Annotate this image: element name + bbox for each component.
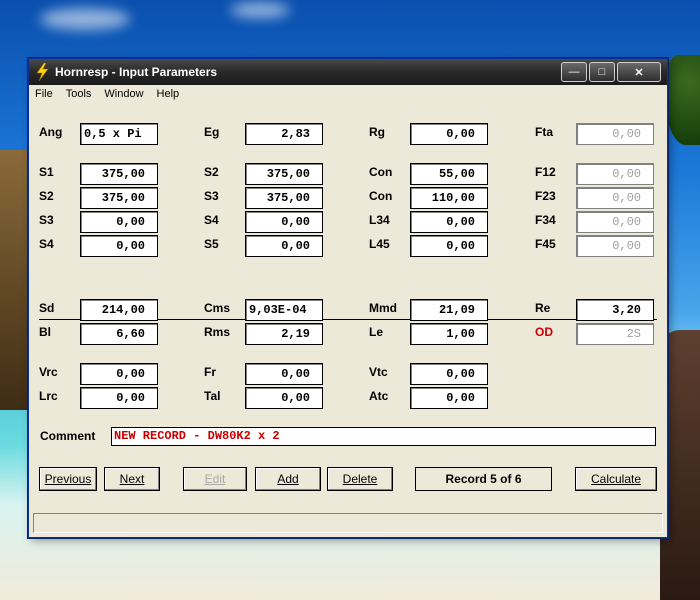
field-atc[interactable]: 0,00 <box>410 387 488 409</box>
field-rg[interactable]: 0,00 <box>410 123 488 145</box>
field-f12: 0,00 <box>576 163 654 185</box>
label-s1: S1 <box>39 165 54 179</box>
status-bar <box>33 513 663 533</box>
close-icon: ✕ <box>634 66 644 79</box>
close-button[interactable]: ✕ <box>617 62 661 82</box>
label-s4: S4 <box>39 237 54 251</box>
calculate-button[interactable]: Calculate <box>575 467 657 491</box>
field-fta: 0,00 <box>576 123 654 145</box>
field-le[interactable]: 1,00 <box>410 323 488 345</box>
menu-tools[interactable]: Tools <box>66 88 92 100</box>
background-palm <box>664 55 700 145</box>
label-od[interactable]: OD <box>535 325 553 339</box>
label-f12: F12 <box>535 165 556 179</box>
field-mmd[interactable]: 21,09 <box>410 299 488 321</box>
label-ang: Ang <box>39 125 63 139</box>
label-vrc: Vrc <box>39 365 58 379</box>
field-s3[interactable]: 0,00 <box>80 211 158 233</box>
field-s1[interactable]: 375,00 <box>80 163 158 185</box>
window-title: Hornresp - Input Parameters <box>55 65 218 79</box>
label-con-2: Con <box>369 189 393 203</box>
label-le: Le <box>369 325 384 339</box>
label-s4: S4 <box>204 213 219 227</box>
label-vtc: Vtc <box>369 365 388 379</box>
title-bar[interactable]: Hornresp - Input Parameters — □ ✕ <box>29 59 667 85</box>
next-button[interactable]: Next <box>104 467 160 491</box>
label-con-1: Con <box>369 165 393 179</box>
field-ang[interactable]: 0,5 x Pi <box>80 123 158 145</box>
menu-window[interactable]: Window <box>104 88 143 100</box>
field-s2-col2[interactable]: 375,00 <box>245 163 323 185</box>
label-l34: L34 <box>369 213 390 227</box>
field-re[interactable]: 3,20 <box>576 299 654 321</box>
label-fr: Fr <box>204 365 216 379</box>
comment-field[interactable]: NEW RECORD - DW80K2 x 2 <box>111 427 656 446</box>
previous-button[interactable]: Previous <box>39 467 97 491</box>
label-s2: S2 <box>39 189 54 203</box>
label-l45: L45 <box>369 237 390 251</box>
field-sd[interactable]: 214,00 <box>80 299 158 321</box>
label-eg: Eg <box>204 125 220 139</box>
field-tal[interactable]: 0,00 <box>245 387 323 409</box>
field-con-2[interactable]: 110,00 <box>410 187 488 209</box>
menu-bar: File Tools Window Help <box>29 85 667 103</box>
label-s3: S3 <box>39 213 54 227</box>
field-lrc[interactable]: 0,00 <box>80 387 158 409</box>
label-s5: S5 <box>204 237 219 251</box>
label-cms: Cms <box>204 301 231 315</box>
field-bl[interactable]: 6,60 <box>80 323 158 345</box>
hornresp-window: Hornresp - Input Parameters — □ ✕ File T… <box>28 58 668 538</box>
field-con-1[interactable]: 55,00 <box>410 163 488 185</box>
field-od: 2S <box>576 323 654 345</box>
field-s4[interactable]: 0,00 <box>80 235 158 257</box>
field-f23: 0,00 <box>576 187 654 209</box>
field-vrc[interactable]: 0,00 <box>80 363 158 385</box>
maximize-button[interactable]: □ <box>589 62 615 82</box>
label-mmd: Mmd <box>369 301 397 315</box>
cloud <box>40 8 130 30</box>
record-indicator: Record 5 of 6 <box>415 467 552 491</box>
label-f23: F23 <box>535 189 556 203</box>
lightning-icon <box>36 63 49 81</box>
label-re: Re <box>535 301 551 315</box>
field-l45[interactable]: 0,00 <box>410 235 488 257</box>
delete-button[interactable]: Delete <box>327 467 393 491</box>
label-f45: F45 <box>535 237 556 251</box>
edit-button[interactable]: Edit <box>183 467 247 491</box>
field-fr[interactable]: 0,00 <box>245 363 323 385</box>
label-tal: Tal <box>204 389 221 403</box>
minimize-button[interactable]: — <box>561 62 587 82</box>
label-sd: Sd <box>39 301 55 315</box>
field-s3-col2[interactable]: 375,00 <box>245 187 323 209</box>
field-s4-col2[interactable]: 0,00 <box>245 211 323 233</box>
label-f34: F34 <box>535 213 556 227</box>
label-fta: Fta <box>535 125 553 139</box>
maximize-icon: □ <box>598 66 606 78</box>
input-parameters-panel: Ang 0,5 x Pi Eg 2,83 Rg 0,00 Fta 0,00 S1… <box>29 103 667 537</box>
label-rms: Rms <box>204 325 231 339</box>
field-rms[interactable]: 2,19 <box>245 323 323 345</box>
field-s2[interactable]: 375,00 <box>80 187 158 209</box>
label-atc: Atc <box>369 389 389 403</box>
label-s3: S3 <box>204 189 219 203</box>
label-lrc: Lrc <box>39 389 58 403</box>
field-cms[interactable]: 9,03E-04 <box>245 299 323 321</box>
field-l34[interactable]: 0,00 <box>410 211 488 233</box>
menu-help[interactable]: Help <box>157 88 180 100</box>
label-rg: Rg <box>369 125 385 139</box>
label-s2: S2 <box>204 165 219 179</box>
field-s5[interactable]: 0,00 <box>245 235 323 257</box>
field-f34: 0,00 <box>576 211 654 233</box>
add-button[interactable]: Add <box>255 467 321 491</box>
field-f45: 0,00 <box>576 235 654 257</box>
minimize-icon: — <box>568 66 580 78</box>
label-comment: Comment <box>40 429 96 443</box>
field-eg[interactable]: 2,83 <box>245 123 323 145</box>
menu-file[interactable]: File <box>35 88 53 100</box>
field-vtc[interactable]: 0,00 <box>410 363 488 385</box>
cloud <box>230 2 290 18</box>
label-bl: Bl <box>39 325 51 339</box>
